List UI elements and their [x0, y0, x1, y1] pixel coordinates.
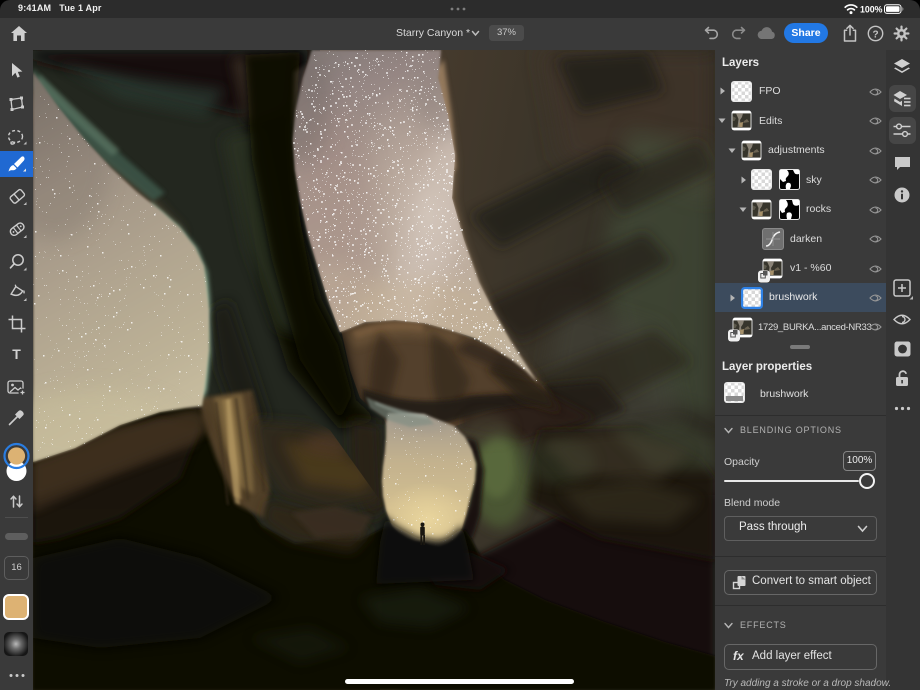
svg-text:?: ? — [872, 29, 878, 40]
svg-text:100%: 100% — [860, 5, 883, 15]
